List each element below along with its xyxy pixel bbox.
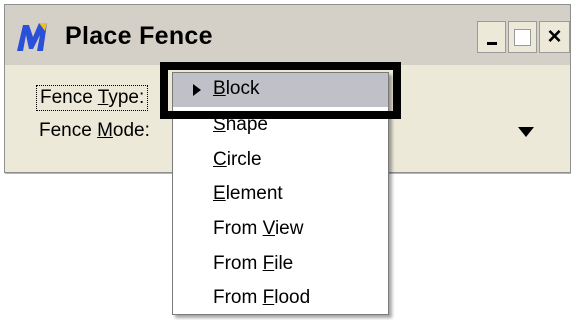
menu-item-element[interactable]: Element xyxy=(213,183,283,205)
menu-item-from-file[interactable]: From File xyxy=(213,253,293,275)
menu-item-from-flood[interactable]: From Flood xyxy=(213,287,310,309)
title-bar[interactable]: Place Fence × xyxy=(5,5,570,65)
close-button[interactable]: × xyxy=(539,21,570,53)
maximize-icon xyxy=(514,28,531,46)
menu-item-from-view[interactable]: From View xyxy=(213,218,303,240)
dropdown-arrow-icon[interactable] xyxy=(518,127,534,137)
menu-item-circle[interactable]: Circle xyxy=(213,149,262,171)
minimize-icon xyxy=(486,41,497,45)
minimize-button[interactable] xyxy=(477,21,506,53)
fence-mode-label: Fence Mode: xyxy=(39,120,150,141)
callout-highlight-box xyxy=(160,62,401,119)
window-title: Place Fence xyxy=(65,22,213,50)
close-icon: × xyxy=(547,23,562,50)
maximize-button[interactable] xyxy=(508,21,537,53)
fence-type-label: Fence Type: xyxy=(35,85,149,111)
microstation-logo-icon xyxy=(17,23,47,51)
fence-mode-select[interactable] xyxy=(388,118,544,148)
